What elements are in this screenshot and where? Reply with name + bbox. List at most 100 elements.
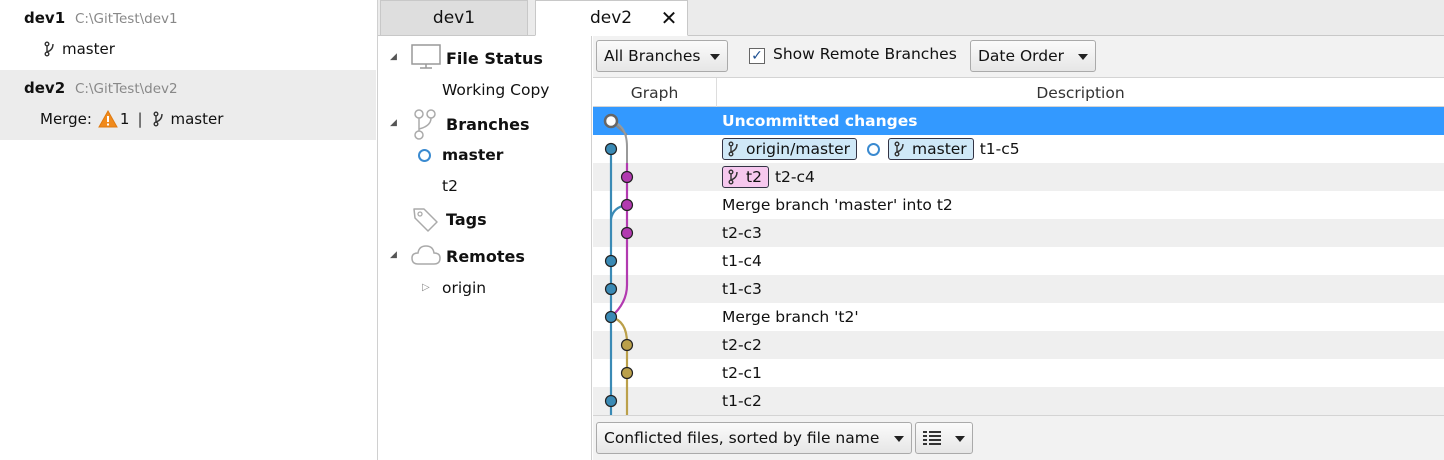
commit-row[interactable]: origin/master master t1-c5 bbox=[593, 135, 1444, 163]
commit-row[interactable]: t2-c1 bbox=[593, 359, 1444, 387]
graph-node[interactable] bbox=[620, 338, 634, 352]
separator: | bbox=[137, 110, 143, 128]
sidebar: ◢ File Status Working Copy ◢ Branches ma… bbox=[378, 36, 592, 460]
cloud-icon bbox=[411, 245, 441, 265]
graph-node[interactable] bbox=[604, 142, 618, 156]
collapse-triangle-icon[interactable]: ◢ bbox=[390, 52, 400, 62]
commit-row[interactable]: t2-c3 bbox=[593, 219, 1444, 247]
graph-node[interactable] bbox=[604, 282, 618, 296]
graph-node[interactable] bbox=[604, 394, 618, 408]
commit-graph bbox=[603, 113, 634, 415]
commit-row[interactable]: t2 t2-c4 bbox=[593, 163, 1444, 191]
repo-path: C:\GitTest\dev1 bbox=[75, 11, 178, 27]
sidebar-remotes[interactable]: Remotes bbox=[446, 244, 525, 268]
commit-row[interactable]: Merge branch 'master' into t2 bbox=[593, 191, 1444, 219]
commit-row[interactable]: t1-c4 bbox=[593, 247, 1444, 275]
collapse-triangle-icon[interactable]: ◢ bbox=[390, 118, 400, 128]
sidebar-tags[interactable]: Tags bbox=[446, 207, 487, 231]
branch-label: master bbox=[62, 40, 115, 58]
branch-icon bbox=[894, 141, 904, 157]
order-dropdown-value: Date Order bbox=[978, 47, 1065, 65]
commit-description: Merge branch 't2' bbox=[722, 308, 859, 326]
commit-description: t1-c4 bbox=[722, 252, 762, 270]
repo-name: dev2 bbox=[24, 79, 66, 97]
show-remote-label[interactable]: Show Remote Branches bbox=[773, 45, 957, 63]
graph-node[interactable] bbox=[620, 170, 634, 184]
sidebar-item-master[interactable]: master bbox=[442, 144, 503, 166]
repo-item-dev2[interactable]: dev2 C:\GitTest\dev2 Merge: 1 | master bbox=[0, 70, 376, 140]
tab-dev2[interactable]: dev2 ✕ bbox=[535, 0, 688, 36]
commit-message: t2-c4 bbox=[774, 168, 815, 186]
column-header: Graph Description bbox=[593, 78, 1444, 107]
merge-label: Merge: bbox=[40, 110, 92, 128]
branch-icon bbox=[728, 141, 738, 157]
history-panel: All Branches ✓ Show Remote Branches Date… bbox=[593, 36, 1444, 460]
repo-status: Merge: 1 | master bbox=[40, 110, 223, 128]
file-sort-dropdown-value: Conflicted files, sorted by file name bbox=[604, 429, 880, 447]
sourcetree-window: dev1 C:\GitTest\dev1 master dev2 C:\GitT… bbox=[0, 0, 1444, 460]
tab-dev1[interactable]: dev1 bbox=[380, 0, 528, 36]
repo-name: dev1 bbox=[24, 9, 66, 27]
close-icon[interactable]: ✕ bbox=[659, 6, 679, 30]
chevron-down-icon bbox=[955, 436, 965, 442]
commit-row[interactable]: Uncommitted changes bbox=[593, 107, 1444, 135]
head-indicator-icon bbox=[867, 142, 881, 156]
tag-icon bbox=[413, 208, 438, 232]
sidebar-branches[interactable]: Branches bbox=[446, 112, 530, 136]
warning-icon bbox=[98, 110, 118, 128]
commit-list: Uncommitted changes origin/master master… bbox=[593, 107, 1444, 415]
graph-node-uncommitted[interactable] bbox=[603, 113, 619, 129]
chevron-down-icon bbox=[1078, 54, 1088, 60]
commit-message: t1-c5 bbox=[979, 140, 1020, 158]
commit-row[interactable]: Merge branch 't2' bbox=[593, 303, 1444, 331]
repo-item-dev1[interactable]: dev1 C:\GitTest\dev1 master bbox=[0, 0, 376, 70]
file-sort-dropdown[interactable]: Conflicted files, sorted by file name bbox=[596, 422, 912, 454]
tab-label: dev1 bbox=[432, 8, 476, 28]
branches-dropdown-value: All Branches bbox=[604, 47, 701, 65]
collapse-triangle-icon[interactable]: ◢ bbox=[390, 250, 400, 260]
graph-node[interactable] bbox=[620, 226, 634, 240]
branch-icon bbox=[728, 169, 738, 185]
branch-icon bbox=[153, 111, 163, 127]
branches-dropdown[interactable]: All Branches bbox=[596, 40, 728, 72]
commit-row[interactable]: t1-c3 bbox=[593, 275, 1444, 303]
tab-bar: dev1 dev2 ✕ bbox=[378, 0, 1444, 36]
graph-node[interactable] bbox=[604, 310, 618, 324]
repo-path: C:\GitTest\dev2 bbox=[75, 81, 178, 97]
expand-triangle-icon[interactable]: ▷ bbox=[422, 282, 430, 293]
branch-icon bbox=[414, 109, 436, 140]
commit-row[interactable]: t2-c2 bbox=[593, 331, 1444, 359]
commit-description: t2-c2 bbox=[722, 336, 762, 354]
repo-branch: master bbox=[44, 40, 115, 58]
sidebar-file-status[interactable]: File Status bbox=[446, 46, 543, 70]
commit-description: t1-c3 bbox=[722, 280, 762, 298]
ref-badge-t2[interactable]: t2 bbox=[722, 166, 769, 188]
branch-label: master bbox=[170, 110, 224, 128]
graph-node[interactable] bbox=[620, 366, 634, 380]
commit-description-cell: origin/master master t1-c5 bbox=[722, 135, 1020, 163]
ref-badge-origin-master[interactable]: origin/master bbox=[722, 138, 858, 160]
branch-icon bbox=[44, 41, 54, 57]
merge-count: 1 bbox=[119, 110, 130, 128]
order-dropdown[interactable]: Date Order bbox=[970, 40, 1096, 72]
commit-description: Merge branch 'master' into t2 bbox=[722, 196, 953, 214]
description-column-header[interactable]: Description bbox=[717, 78, 1444, 107]
ref-label: master bbox=[912, 140, 967, 158]
ref-label: t2 bbox=[746, 168, 762, 186]
graph-node[interactable] bbox=[620, 198, 634, 212]
current-branch-icon bbox=[418, 149, 431, 162]
chevron-down-icon bbox=[894, 436, 904, 442]
list-view-icon bbox=[923, 431, 941, 445]
commit-description: t2-c1 bbox=[722, 364, 762, 382]
sidebar-item-t2[interactable]: t2 bbox=[442, 175, 458, 197]
graph-node[interactable] bbox=[604, 254, 618, 268]
sidebar-item-origin[interactable]: origin bbox=[442, 277, 486, 299]
sidebar-item-working-copy[interactable]: Working Copy bbox=[442, 79, 549, 101]
graph-column-header[interactable]: Graph bbox=[593, 78, 717, 107]
view-mode-dropdown[interactable] bbox=[915, 422, 973, 454]
ref-badge-master[interactable]: master bbox=[888, 138, 974, 160]
commit-row[interactable]: t1-c2 bbox=[593, 387, 1444, 415]
show-remote-checkbox[interactable]: ✓ bbox=[749, 48, 765, 64]
commit-description: t1-c2 bbox=[722, 392, 762, 410]
monitor-icon bbox=[411, 44, 441, 69]
